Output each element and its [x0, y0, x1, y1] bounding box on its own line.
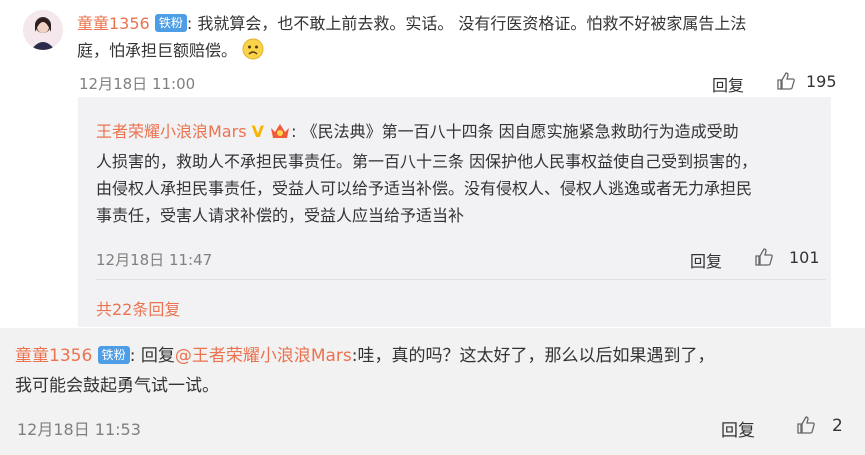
reply-timestamp: 12月18日 11:47: [96, 251, 213, 269]
divider: [96, 279, 826, 280]
fan-badge[interactable]: 铁粉: [154, 14, 187, 32]
verified-v-icon: V: [251, 122, 265, 141]
reply-button[interactable]: 回复: [690, 248, 722, 272]
colon: :: [129, 346, 136, 366]
thumbs-up-icon: [777, 72, 795, 90]
comment-text-line2: 我可能会鼓起勇气试一试。: [15, 376, 219, 396]
reply-body: 王者荣耀小浪浪Mars V : 《民法典》第一百八十四条 因自愿实施紧急救助行为…: [96, 118, 821, 229]
colon: :: [186, 14, 193, 33]
comment-text-line1: 我就算会，也不敢上前去救。实话。 没有行医资格证。怕救不好被家属告上法: [197, 14, 747, 33]
like-button[interactable]: [796, 415, 816, 439]
sad-face-emoji-icon: [242, 38, 264, 68]
fan-badge[interactable]: 铁粉: [97, 346, 130, 364]
timestamp: 12月18日 11:53: [17, 420, 141, 439]
reply-text-line2: 人损害的，救助人不承担民事责任。第一百八十三条 因保护他人民事权益使自己受到损害…: [96, 152, 758, 171]
reply-prefix: 回复: [140, 346, 175, 366]
reply-button[interactable]: 回复: [712, 72, 744, 96]
username-link[interactable]: 童童1356: [77, 14, 150, 33]
view-more-replies-link[interactable]: 共22条回复: [96, 296, 180, 320]
fan-crown-icon: [269, 121, 291, 148]
reply-username-link[interactable]: 王者荣耀小浪浪Mars: [96, 122, 247, 141]
colon: :: [291, 122, 297, 141]
comment-text-line1: :哇，真的吗？这太好了，那么以后如果遇到了，: [351, 346, 715, 366]
reply-text-line1: 《民法典》第一百八十四条 因自愿实施紧急救助行为造成受助: [301, 122, 739, 141]
comment-text-line2: 庭，怕承担巨额赔偿。: [77, 41, 238, 60]
like-count: 195: [806, 72, 837, 91]
mention-link[interactable]: @王者荣耀小浪浪Mars: [175, 346, 352, 366]
like-count: 101: [789, 248, 820, 267]
like-button[interactable]: [776, 71, 796, 95]
like-count: 2: [832, 416, 843, 436]
like-button[interactable]: [754, 247, 774, 271]
reply-text-line3: 由侵权人承担民事责任，受益人可以给予适当补偿。没有侵权人、侵权人逃逸或者无力承担…: [96, 179, 753, 198]
comment-body: 童童1356 铁粉: 我就算会，也不敢上前去救。实话。 没有行医资格证。怕救不好…: [77, 10, 837, 68]
avatar[interactable]: [23, 10, 63, 50]
thumbs-up-icon: [797, 416, 815, 434]
timestamp: 12月18日 11:00: [79, 75, 196, 93]
reply-button[interactable]: 回复: [721, 416, 755, 441]
reply-text-line4: 事责任，受害人请求补偿的，受益人应当给予适当补: [96, 206, 465, 225]
comment-body: 童童1356 铁粉: 回复@王者荣耀小浪浪Mars:哇，真的吗？这太好了，那么以…: [15, 341, 855, 401]
username-link[interactable]: 童童1356: [15, 346, 92, 366]
thumbs-up-icon: [755, 248, 773, 266]
